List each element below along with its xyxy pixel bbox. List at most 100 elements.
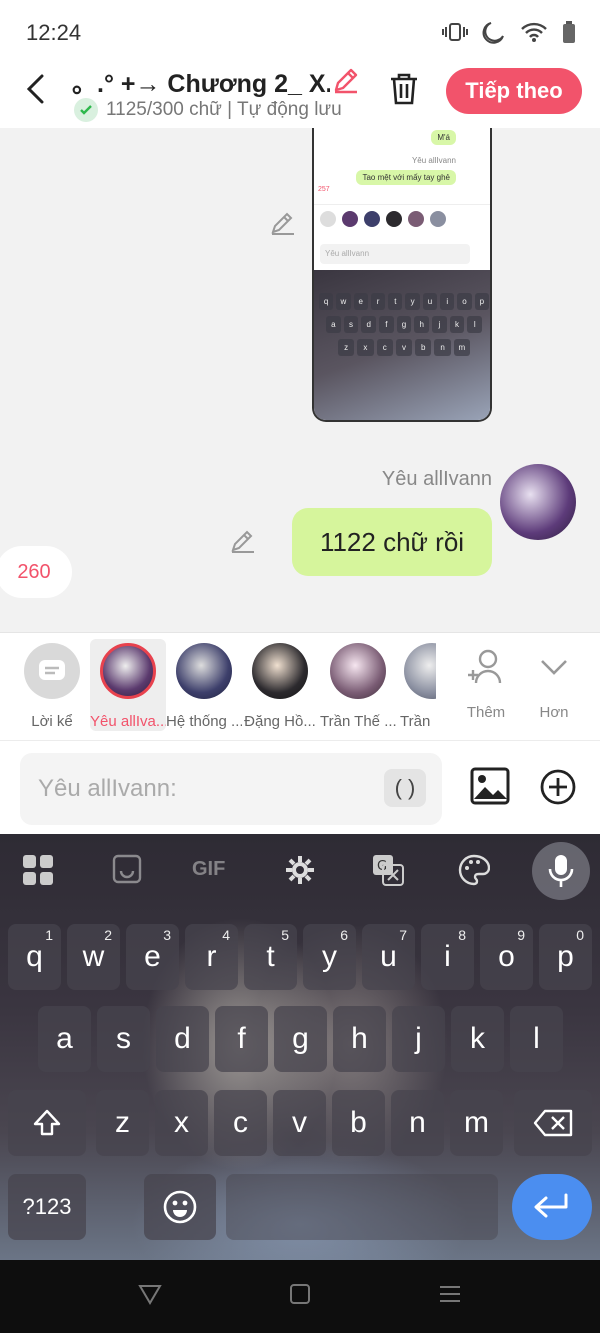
key-e[interactable]: e3 [126, 924, 179, 990]
key-c[interactable]: c [214, 1090, 267, 1156]
chapter-title[interactable]: 。.° +→ Chương 2_ X... [72, 64, 330, 100]
character-item[interactable]: Trần [396, 639, 436, 730]
numbers-key[interactable]: ?123 [8, 1174, 86, 1240]
character-avatar [404, 643, 436, 699]
character-label: Trần [400, 713, 431, 730]
nav-home-square-icon[interactable] [288, 1282, 312, 1311]
screenshot-key: f [379, 316, 394, 333]
key-t[interactable]: t5 [244, 924, 297, 990]
key-label: y [322, 940, 337, 973]
more-label: Hơn [539, 704, 569, 721]
key-p[interactable]: p0 [539, 924, 592, 990]
chat-area[interactable]: M'á Yêu allIvann Tao mệt với mấy tay ghẻ… [0, 128, 600, 632]
key-label: x [174, 1106, 189, 1139]
palette-icon[interactable] [458, 854, 491, 891]
gif-button[interactable]: GIF [192, 858, 225, 881]
screenshot-image[interactable]: M'á Yêu allIvann Tao mệt với mấy tay ghẻ… [312, 128, 492, 422]
key-u[interactable]: u7 [362, 924, 415, 990]
translate-icon[interactable]: G [372, 854, 404, 891]
insert-image-button[interactable] [470, 767, 510, 810]
key-o[interactable]: o9 [480, 924, 533, 990]
screenshot-message: Tao mệt với mấy tay ghẻ [356, 170, 456, 185]
check-icon [74, 98, 98, 122]
key-w[interactable]: w2 [67, 924, 120, 990]
key-hint: 6 [340, 927, 348, 943]
word-count-status: 1125/300 chữ | Tự động lưu [74, 98, 342, 122]
enter-key[interactable] [512, 1174, 592, 1240]
screenshot-key: n [434, 339, 451, 356]
sticker-icon[interactable] [112, 854, 142, 889]
space-key[interactable] [226, 1174, 498, 1240]
edit-screenshot-button[interactable] [270, 210, 296, 241]
message-input[interactable]: Yêu allIvann: ( ) [20, 753, 442, 825]
trash-icon [391, 73, 417, 105]
key-y[interactable]: y6 [303, 924, 356, 990]
key-b[interactable]: b [332, 1090, 385, 1156]
screenshot-key: o [457, 293, 472, 310]
add-character-button[interactable]: Thêm [456, 647, 516, 721]
message-bubble[interactable]: 1122 chữ rồi [292, 508, 492, 576]
screenshot-key: a [326, 316, 341, 333]
key-m[interactable]: m [450, 1090, 503, 1156]
screenshot-key: b [415, 339, 432, 356]
key-i[interactable]: i8 [421, 924, 474, 990]
key-n[interactable]: n [391, 1090, 444, 1156]
character-label: Trần Thế ... [320, 713, 396, 730]
add-button[interactable] [540, 769, 576, 810]
message-input-placeholder: Yêu allIvann: [38, 775, 177, 802]
settings-gear-icon[interactable] [284, 854, 316, 891]
delete-button[interactable] [388, 72, 420, 111]
back-button[interactable] [24, 74, 52, 104]
backspace-key[interactable] [514, 1090, 592, 1156]
more-button[interactable]: Hơn [524, 647, 584, 721]
screenshot-key: g [396, 316, 412, 333]
key-label: n [409, 1106, 426, 1139]
screenshot-key: r [370, 293, 386, 310]
key-g[interactable]: g [274, 1006, 327, 1072]
message-sender-name: Yêu allIvann [381, 468, 492, 490]
back-arrow-icon [26, 74, 44, 104]
character-selected[interactable]: Yêu allIva... [90, 639, 166, 731]
key-a[interactable]: a [38, 1006, 91, 1072]
key-r[interactable]: r4 [185, 924, 238, 990]
key-hint: 2 [104, 927, 112, 943]
key-z[interactable]: z [96, 1090, 149, 1156]
shift-key[interactable] [8, 1090, 86, 1156]
nav-back-triangle-icon[interactable] [138, 1282, 162, 1311]
nav-menu-icon[interactable] [438, 1282, 462, 1311]
key-label: l [533, 1022, 540, 1055]
key-v[interactable]: v [273, 1090, 326, 1156]
edit-title-button[interactable] [332, 66, 360, 99]
key-label: g [292, 1022, 309, 1055]
key-h[interactable]: h [333, 1006, 386, 1072]
key-d[interactable]: d [156, 1006, 209, 1072]
key-label: v [292, 1106, 307, 1139]
character-item[interactable]: Hệ thống ... [166, 639, 242, 730]
key-l[interactable]: l [510, 1006, 563, 1072]
screenshot-key-row-2: asdfghjkl [314, 313, 490, 336]
battery-icon [562, 21, 576, 48]
edit-message-button[interactable] [230, 528, 256, 559]
emoji-key[interactable] [144, 1174, 216, 1240]
character-item[interactable]: Đặng Hồ... [242, 639, 318, 730]
key-s[interactable]: s [97, 1006, 150, 1072]
screenshot-key: k [449, 316, 465, 333]
key-j[interactable]: j [392, 1006, 445, 1072]
plus-circle-icon [540, 769, 576, 805]
key-hint: 5 [281, 927, 289, 943]
key-x[interactable]: x [155, 1090, 208, 1156]
apps-grid-icon[interactable] [22, 854, 54, 891]
character-narrator[interactable]: Lời kể [14, 639, 90, 730]
backspace-icon [533, 1109, 573, 1137]
key-label: p [557, 940, 574, 973]
sender-avatar[interactable] [500, 464, 576, 540]
parentheses-button[interactable]: ( ) [384, 769, 426, 807]
character-item[interactable]: Trần Thế ... [320, 639, 396, 730]
key-f[interactable]: f [215, 1006, 268, 1072]
key-k[interactable]: k [451, 1006, 504, 1072]
status-icons [442, 20, 576, 49]
microphone-button[interactable] [532, 842, 590, 900]
key-q[interactable]: q1 [8, 924, 61, 990]
screenshot-key: y [405, 293, 420, 310]
next-button[interactable]: Tiếp theo [446, 68, 582, 114]
